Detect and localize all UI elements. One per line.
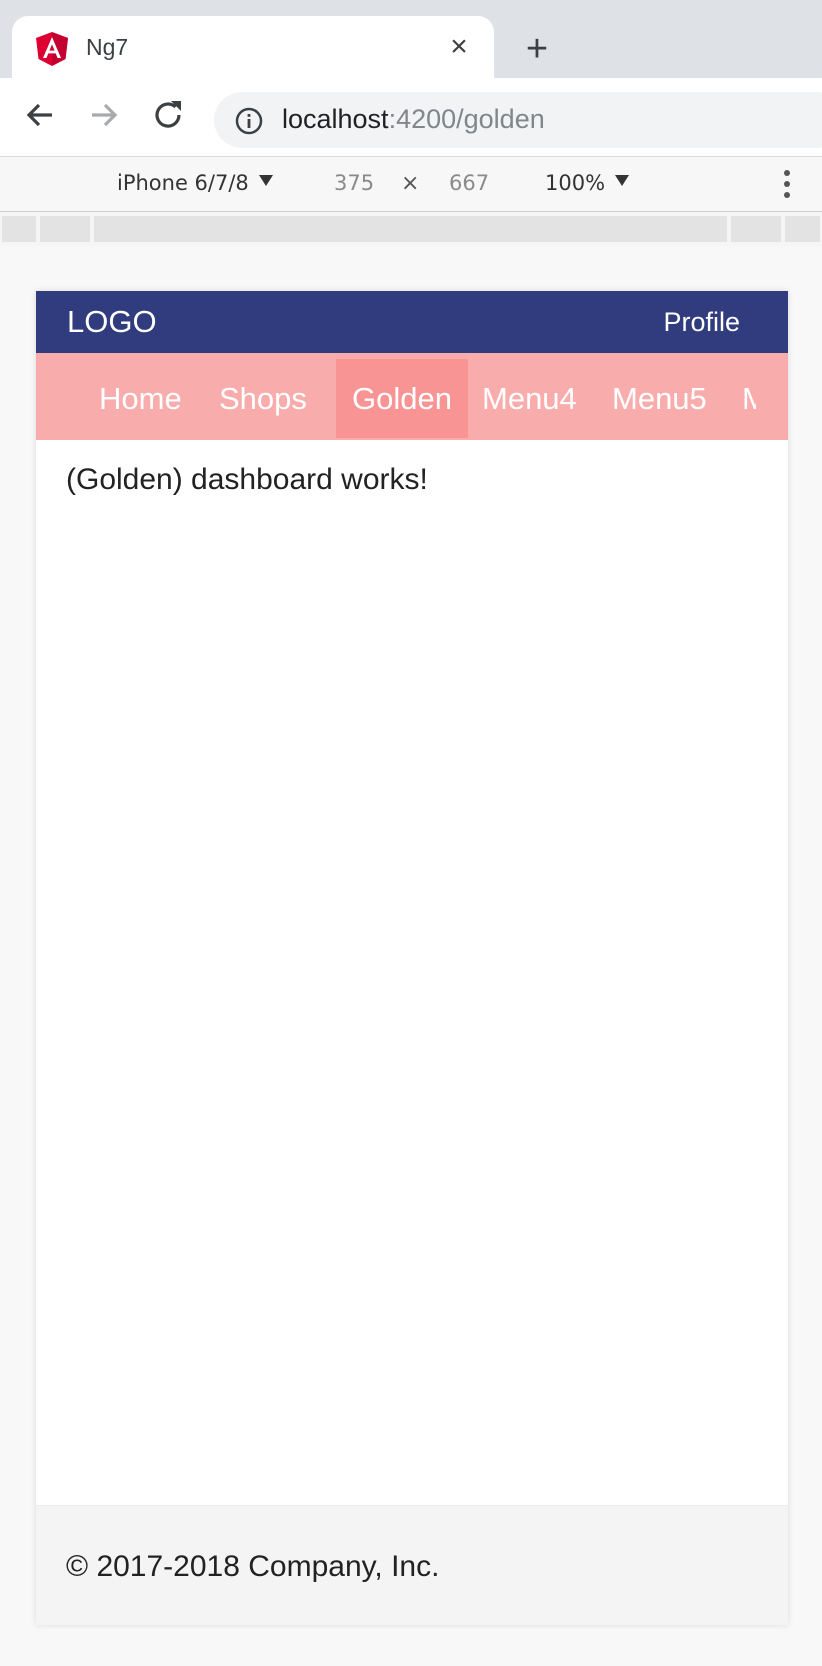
dashboard-message: (Golden) dashboard works!	[66, 463, 428, 496]
nav-scroll[interactable]: Home Shops Golden Menu4 Menu5 Menu6	[66, 353, 756, 440]
device-name: iPhone 6/7/8	[117, 171, 249, 195]
url-text: localhost:4200/golden	[282, 104, 545, 135]
nav-item-shops[interactable]: Shops	[203, 359, 323, 438]
nav-item-golden[interactable]: Golden	[336, 359, 468, 438]
browser-tab[interactable]: Ng7 ×	[12, 16, 494, 82]
nav-item-home[interactable]: Home	[82, 359, 199, 438]
more-options-icon[interactable]	[782, 170, 792, 200]
media-query-segment[interactable]	[785, 216, 820, 242]
browser-toolbar: localhost:4200/golden	[0, 78, 822, 156]
device-height-field[interactable]: 667	[449, 171, 489, 195]
dimension-separator: ×	[401, 171, 420, 196]
caret-down-icon	[615, 175, 630, 186]
app-footer: © 2017-2018 Company, Inc.	[36, 1505, 788, 1625]
zoom-value: 100%	[545, 171, 606, 195]
profile-link[interactable]: Profile	[663, 307, 740, 338]
media-query-segment[interactable]	[94, 216, 727, 242]
angular-icon	[36, 32, 68, 66]
media-query-segment[interactable]	[40, 216, 90, 242]
nav-item-menu5[interactable]: Menu5	[596, 359, 723, 438]
close-icon[interactable]: ×	[442, 30, 476, 64]
forward-arrow-icon[interactable]	[84, 95, 124, 135]
main-nav: Home Shops Golden Menu4 Menu5 Menu6	[36, 353, 788, 440]
plus-icon[interactable]: +	[518, 30, 556, 68]
media-query-bar	[0, 212, 822, 246]
reload-icon[interactable]	[148, 95, 188, 135]
tab-title: Ng7	[86, 34, 129, 60]
app-header: LOGO Profile	[36, 291, 788, 353]
media-query-segment[interactable]	[2, 216, 36, 242]
device-width-field[interactable]: 375	[334, 171, 374, 195]
address-bar[interactable]: localhost:4200/golden	[214, 92, 822, 148]
copyright-text: © 2017-2018 Company, Inc.	[66, 1550, 440, 1583]
browser-tab-strip: Ng7 × +	[0, 0, 822, 82]
device-viewport: LOGO Profile Home Shops Golden Menu4 Men…	[36, 291, 788, 1625]
media-query-segment[interactable]	[731, 216, 781, 242]
nav-item-menu6[interactable]: Menu6	[726, 359, 756, 438]
caret-down-icon	[258, 175, 273, 186]
device-toolbar: iPhone 6/7/8 375 × 667 100%	[0, 156, 822, 212]
zoom-select[interactable]: 100%	[545, 171, 630, 195]
info-icon[interactable]	[234, 106, 264, 136]
logo[interactable]: LOGO	[67, 304, 157, 340]
url-host: localhost	[282, 104, 389, 134]
nav-item-menu4[interactable]: Menu4	[466, 359, 593, 438]
url-path: :4200/golden	[388, 104, 545, 134]
back-arrow-icon[interactable]	[20, 95, 60, 135]
device-select[interactable]: iPhone 6/7/8	[117, 171, 273, 195]
